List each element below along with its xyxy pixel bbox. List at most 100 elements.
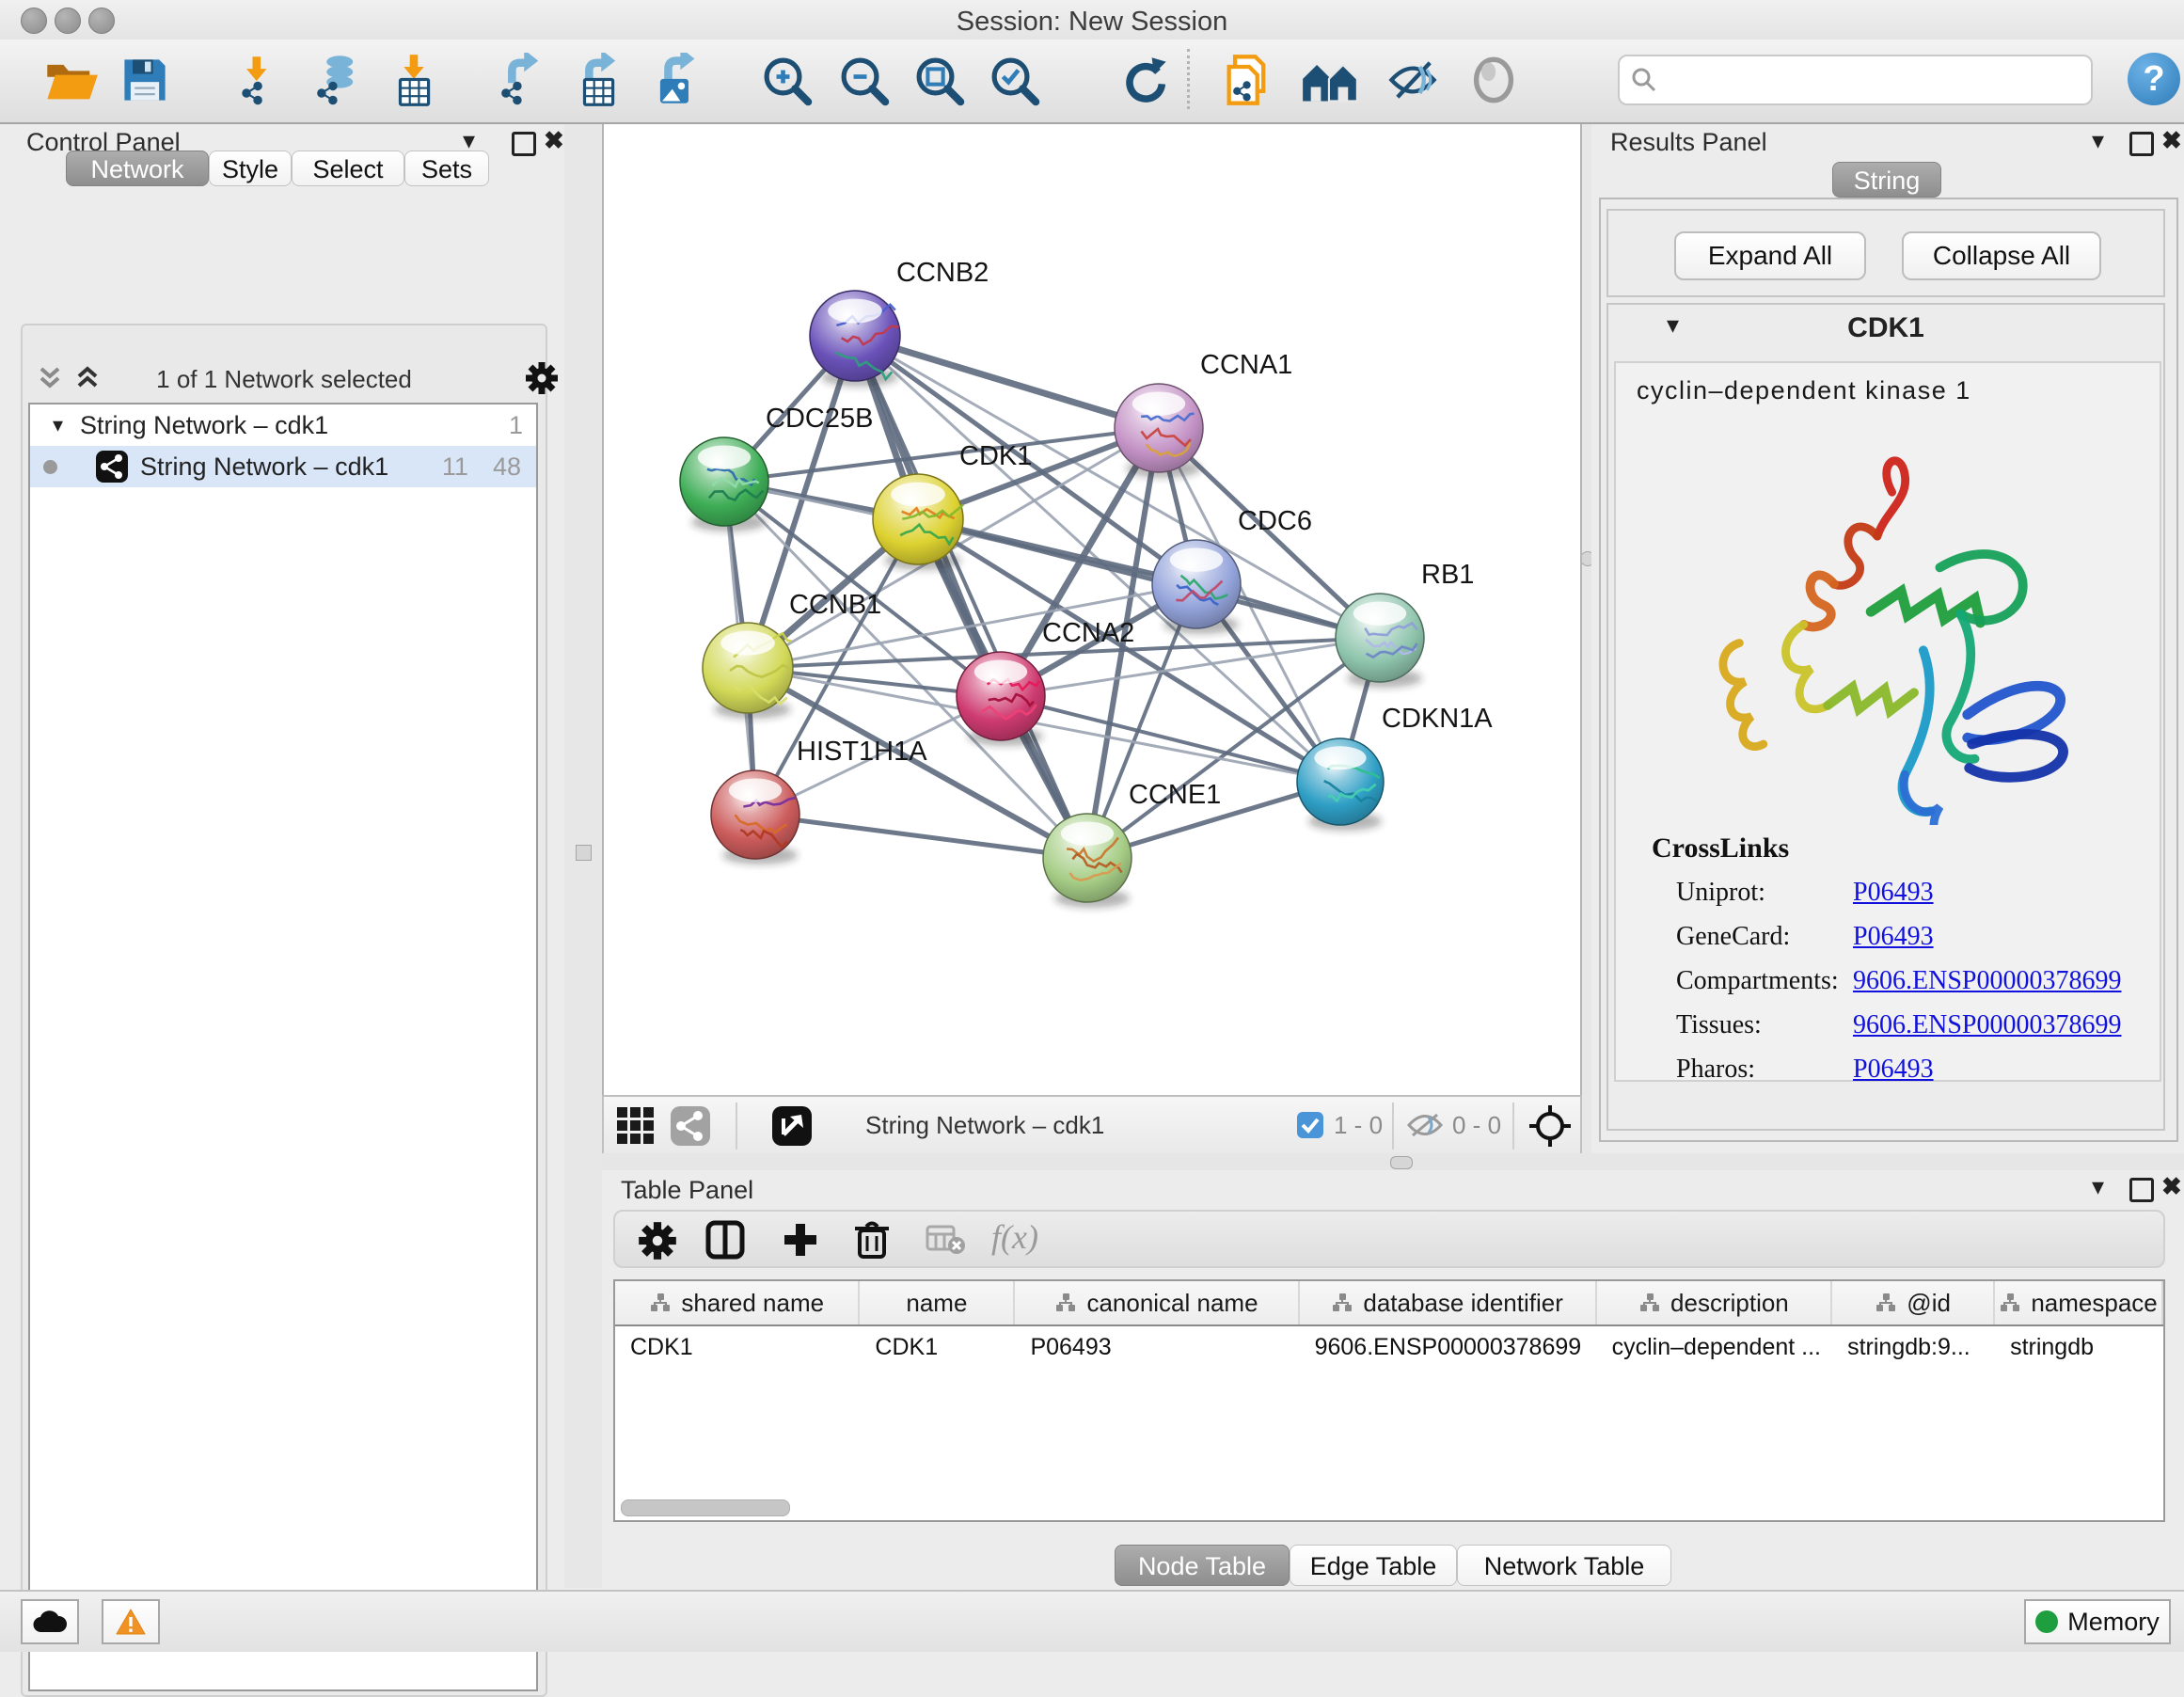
tab-sets[interactable]: Sets: [404, 151, 489, 186]
column-header-namespace[interactable]: namespace: [1995, 1281, 2163, 1324]
import-network-database-button[interactable]: [303, 47, 371, 113]
control-panel-float-icon[interactable]: [512, 132, 536, 156]
export-network-button[interactable]: [487, 47, 555, 113]
left-splitter-handle[interactable]: [576, 845, 592, 861]
detach-view-icon[interactable]: [771, 1105, 813, 1147]
birds-eye-crosshair-icon[interactable]: [1527, 1103, 1573, 1149]
network-node-rb1[interactable]: [1336, 594, 1424, 688]
network-collection-row[interactable]: ▾ String Network – cdk1 1: [30, 404, 536, 446]
column-header-name[interactable]: name: [860, 1281, 1015, 1324]
network-edge[interactable]: [755, 815, 1087, 858]
column-header-description[interactable]: description: [1597, 1281, 1832, 1324]
horizontal-splitter[interactable]: [602, 1153, 2184, 1170]
crosslink-value[interactable]: P06493: [1853, 878, 1934, 908]
zoom-fit-button[interactable]: [905, 47, 973, 113]
tab-node-table[interactable]: Node Table: [1115, 1545, 1290, 1586]
tab-select[interactable]: Select: [292, 151, 404, 186]
column-header-id[interactable]: @id: [1832, 1281, 1995, 1324]
network-node-ccna1[interactable]: [1115, 384, 1203, 478]
network-view-toolbar: String Network – cdk1 1 - 0 0 - 0: [602, 1095, 1582, 1153]
network-node-ccnb1[interactable]: [703, 623, 793, 719]
network-canvas[interactable]: CCNB2CCNA1CDC25BCDK1CDC6RB1CCNB1CCNA2CDK…: [602, 124, 1582, 1095]
network-node-hist1h1a[interactable]: [711, 770, 799, 864]
control-panel-close-icon[interactable]: ✖: [544, 126, 564, 155]
table-row[interactable]: CDK1CDK1P064939606.ENSP00000378699cyclin…: [615, 1326, 2163, 1368]
table-header-row[interactable]: shared namenamecanonical namedatabase id…: [615, 1281, 2163, 1326]
network-edge[interactable]: [918, 519, 1380, 638]
show-all-button[interactable]: [1460, 47, 1527, 113]
collapse-all-button[interactable]: Collapse All: [1902, 231, 2101, 280]
left-splitter[interactable]: [564, 124, 602, 1588]
table-hscrollbar[interactable]: [621, 1499, 790, 1516]
tab-string[interactable]: String: [1832, 162, 1941, 198]
tab-network[interactable]: Network: [66, 151, 209, 186]
memory-button[interactable]: Memory: [2024, 1599, 2171, 1644]
open-session-button[interactable]: [38, 47, 105, 113]
save-session-button[interactable]: [111, 47, 179, 113]
copy-document-button[interactable]: [1213, 47, 1281, 113]
add-column-icon[interactable]: [781, 1220, 820, 1260]
table-panel-close-icon[interactable]: ✖: [2161, 1172, 2182, 1201]
tab-edge-table[interactable]: Edge Table: [1290, 1545, 1457, 1586]
zoom-out-icon: [836, 53, 891, 107]
crosslink-value[interactable]: P06493: [1853, 1055, 1934, 1085]
search-input[interactable]: [1667, 65, 2065, 96]
network-list: ▾ String Network – cdk1 1 String Network…: [28, 403, 538, 1691]
toolbar-separator: [736, 1102, 737, 1150]
zoom-in-button[interactable]: [752, 47, 820, 113]
table-panel-menu-icon[interactable]: ▾: [2092, 1172, 2104, 1201]
table-cell: stringdb: [1995, 1326, 2163, 1368]
network-edge[interactable]: [855, 336, 1159, 428]
hidden-eye-icon[interactable]: [1405, 1111, 1445, 1139]
refresh-button[interactable]: [1110, 47, 1178, 113]
expand-all-button[interactable]: Expand All: [1674, 231, 1866, 280]
network-node-cdkn1a[interactable]: [1297, 738, 1384, 831]
column-header-sharedname[interactable]: shared name: [615, 1281, 860, 1324]
node-table[interactable]: shared namenamecanonical namedatabase id…: [613, 1279, 2165, 1522]
crosslink-value[interactable]: 9606.ENSP00000378699: [1853, 1010, 2121, 1040]
selected-checkbox-icon[interactable]: [1296, 1111, 1324, 1139]
zoom-selected-button[interactable]: [980, 47, 1048, 113]
network-node-cdc25b[interactable]: [680, 437, 768, 531]
table-gear-icon[interactable]: [638, 1221, 677, 1261]
results-panel-float-icon[interactable]: [2129, 132, 2154, 156]
node-label-ccnb2: CCNB2: [896, 258, 989, 288]
column-header-canonicalname[interactable]: canonical name: [1015, 1281, 1299, 1324]
zoom-out-button[interactable]: [830, 47, 897, 113]
results-panel-menu-icon[interactable]: ▾: [2092, 126, 2104, 155]
crosslink-value[interactable]: P06493: [1853, 922, 1934, 952]
collection-expander-icon[interactable]: ▾: [53, 413, 63, 437]
table-cell: CDK1: [860, 1326, 1015, 1368]
export-table-button[interactable]: [564, 47, 632, 113]
column-header-databaseidentifier[interactable]: database identifier: [1300, 1281, 1597, 1324]
network-node-ccne1[interactable]: [1043, 814, 1132, 908]
import-table-button[interactable]: [380, 47, 448, 113]
tab-style[interactable]: Style: [209, 151, 292, 186]
table-panel-float-icon[interactable]: [2129, 1178, 2154, 1202]
gene-details-panel: cyclin–dependent kinase 1 CrossLinks Uni…: [1614, 361, 2161, 1082]
crosslink-value[interactable]: 9606.ENSP00000378699: [1853, 966, 2121, 996]
network-view-icon[interactable]: [670, 1105, 711, 1147]
delete-column-icon[interactable]: [852, 1219, 892, 1261]
network-edge[interactable]: [855, 336, 1087, 858]
hide-selected-button[interactable]: [1379, 47, 1447, 113]
warning-button[interactable]: [102, 1599, 160, 1644]
network-row-selected[interactable]: String Network – cdk1 11 48: [30, 446, 536, 487]
help-button[interactable]: ?: [2128, 53, 2180, 105]
search-box[interactable]: [1618, 55, 2093, 105]
horizontal-splitter-handle[interactable]: [1390, 1156, 1413, 1169]
tab-network-table[interactable]: Network Table: [1457, 1545, 1671, 1586]
node-label-cdk1: CDK1: [959, 441, 1032, 471]
crosslink-row: Tissues: 9606.ENSP00000378699: [1676, 1003, 2160, 1047]
import-network-button[interactable]: [226, 47, 293, 113]
grid-view-icon[interactable]: [615, 1105, 657, 1147]
cloud-button[interactable]: [21, 1599, 79, 1644]
home-button[interactable]: [1296, 47, 1364, 113]
network-node-cdk1[interactable]: [873, 474, 963, 570]
gear-icon[interactable]: [525, 361, 559, 395]
export-image-button[interactable]: [641, 47, 709, 113]
results-panel-close-icon[interactable]: ✖: [2161, 126, 2182, 155]
right-splitter[interactable]: [1582, 124, 1591, 1153]
columns-icon[interactable]: [705, 1220, 745, 1260]
network-node-ccna2[interactable]: [957, 652, 1045, 746]
